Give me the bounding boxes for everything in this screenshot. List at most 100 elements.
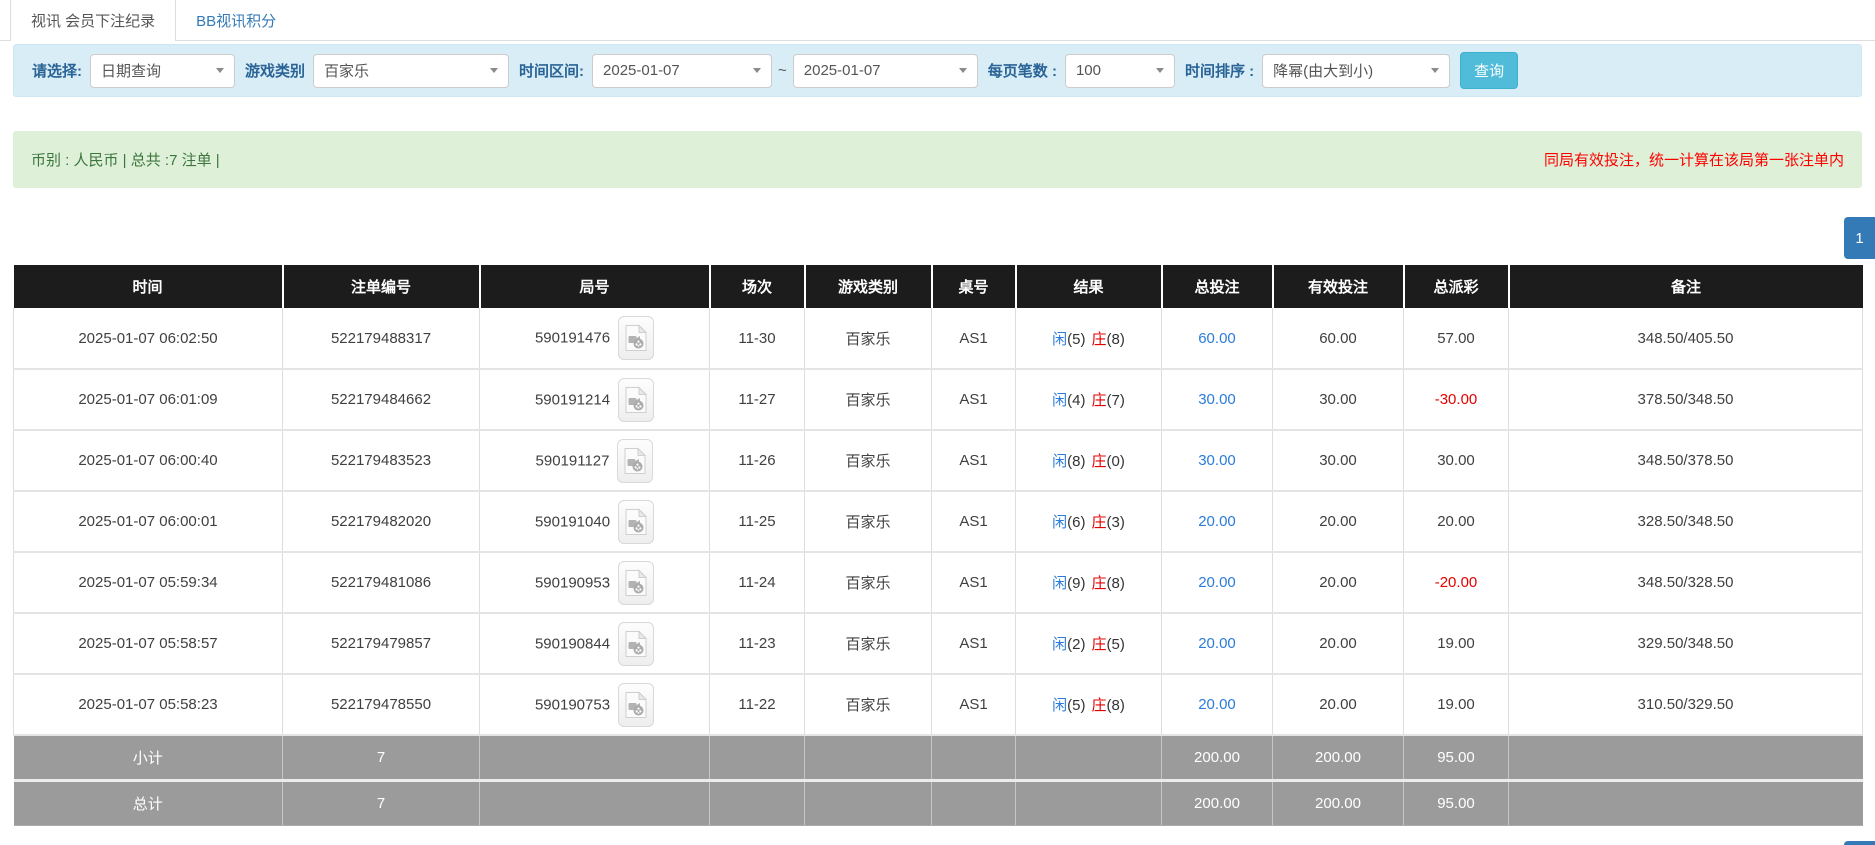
search-button[interactable]: 查询	[1460, 52, 1518, 89]
chevron-down-icon	[1421, 55, 1449, 87]
header-result: 结果	[1016, 265, 1162, 308]
subtotal-total-bet: 200.00	[1162, 735, 1273, 780]
video-replay-button[interactable]	[618, 500, 654, 544]
subtotal-row: 小计 7 200.00 200.00 95.00	[14, 735, 1863, 780]
cell-session: 11-23	[710, 613, 805, 674]
film-reel-icon	[624, 569, 648, 597]
chevron-down-icon	[1146, 55, 1174, 87]
total-bet-link[interactable]: 20.00	[1198, 513, 1236, 530]
date-to-value: 2025-01-07	[804, 62, 881, 79]
total-bet-link[interactable]: 20.00	[1198, 574, 1236, 591]
cell-time: 2025-01-07 05:59:34	[14, 552, 283, 613]
sort-order-select[interactable]: 降幂(由大到小)	[1262, 54, 1450, 88]
video-replay-button[interactable]	[618, 316, 654, 360]
cell-payout: 30.00	[1404, 430, 1509, 491]
cell-table-no: AS1	[932, 613, 1016, 674]
cell-valid-bet: 30.00	[1273, 430, 1404, 491]
cell-bet-id: 522179483523	[283, 430, 480, 491]
date-from-value: 2025-01-07	[603, 62, 680, 79]
video-replay-button[interactable]	[617, 439, 653, 483]
query-type-select[interactable]: 日期查询	[90, 54, 235, 88]
total-bet-link[interactable]: 20.00	[1198, 635, 1236, 652]
result-banker-label: 庄	[1092, 453, 1107, 470]
header-payout: 总派彩	[1404, 265, 1509, 308]
header-game-type: 游戏类别	[805, 265, 932, 308]
header-valid-bet: 有效投注	[1273, 265, 1404, 308]
filter-bar: 请选择: 日期查询 游戏类别 百家乐 时间区间: 2025-01-07 ~ 20…	[13, 44, 1862, 97]
subtotal-valid-bet: 200.00	[1273, 735, 1404, 780]
pagination-page-1[interactable]: 1	[1844, 217, 1875, 259]
cell-session: 11-25	[710, 491, 805, 552]
table-row: 2025-01-07 06:02:50 522179488317 5901914…	[14, 308, 1863, 369]
result-player-label: 闲	[1052, 514, 1067, 531]
per-page-select[interactable]: 100	[1065, 54, 1175, 88]
cell-payout: 19.00	[1404, 613, 1509, 674]
cell-result: 闲(8)庄(0)	[1016, 430, 1162, 491]
cell-remark: 310.50/329.50	[1509, 674, 1863, 735]
cell-result: 闲(5)庄(8)	[1016, 308, 1162, 369]
total-row: 总计 7 200.00 200.00 95.00	[14, 780, 1863, 825]
header-time: 时间	[14, 265, 283, 308]
film-reel-icon	[624, 508, 648, 536]
total-total-bet: 200.00	[1162, 780, 1273, 825]
summary-bar: 币别 : 人民币 | 总共 :7 注单 | 同局有效投注，统一计算在该局第一张注…	[13, 131, 1862, 188]
total-bet-link[interactable]: 30.00	[1198, 452, 1236, 469]
cell-table-no: AS1	[932, 369, 1016, 430]
date-from-select[interactable]: 2025-01-07	[592, 54, 772, 88]
result-player-label: 闲	[1052, 575, 1067, 592]
cell-valid-bet: 20.00	[1273, 613, 1404, 674]
table-row: 2025-01-07 05:58:23 522179478550 5901907…	[14, 674, 1863, 735]
cell-session: 11-26	[710, 430, 805, 491]
tab-bb-video-points[interactable]: BB视讯积分	[176, 0, 296, 40]
round-id-text: 590191127	[536, 452, 610, 469]
header-round-id: 局号	[480, 265, 710, 308]
film-reel-icon	[624, 691, 648, 719]
cell-total-bet: 20.00	[1162, 613, 1273, 674]
result-player-label: 闲	[1052, 453, 1067, 470]
result-banker-label: 庄	[1092, 575, 1107, 592]
cell-round-id: 590190953	[480, 552, 710, 613]
cell-game-type: 百家乐	[805, 674, 932, 735]
result-player-label: 闲	[1052, 636, 1067, 653]
video-replay-button[interactable]	[618, 378, 654, 422]
total-bet-link[interactable]: 30.00	[1198, 391, 1236, 408]
table-row: 2025-01-07 06:00:01 522179482020 5901910…	[14, 491, 1863, 552]
game-type-label: 游戏类别	[245, 60, 305, 81]
table-body: 2025-01-07 06:02:50 522179488317 5901914…	[14, 308, 1863, 825]
header-total-bet: 总投注	[1162, 265, 1273, 308]
cell-remark: 348.50/405.50	[1509, 308, 1863, 369]
total-bet-link[interactable]: 20.00	[1198, 696, 1236, 713]
game-type-select[interactable]: 百家乐	[313, 54, 509, 88]
total-bet-link[interactable]: 60.00	[1198, 330, 1236, 347]
round-id-text: 590190844	[535, 635, 610, 652]
cell-round-id: 590191040	[480, 491, 710, 552]
pagination-page-1-partial[interactable]	[1844, 841, 1875, 845]
cell-bet-id: 522179481086	[283, 552, 480, 613]
tab-bar: 视讯 会员下注纪录 BB视讯积分	[0, 0, 1875, 41]
cell-bet-id: 522179478550	[283, 674, 480, 735]
total-count: 7	[283, 780, 480, 825]
cell-remark: 378.50/348.50	[1509, 369, 1863, 430]
total-label: 总计	[14, 780, 283, 825]
video-replay-button[interactable]	[618, 622, 654, 666]
cell-table-no: AS1	[932, 308, 1016, 369]
cell-table-no: AS1	[932, 552, 1016, 613]
video-replay-button[interactable]	[618, 561, 654, 605]
cell-time: 2025-01-07 06:02:50	[14, 308, 283, 369]
cell-session: 11-30	[710, 308, 805, 369]
query-type-label: 请选择:	[32, 60, 82, 81]
date-to-select[interactable]: 2025-01-07	[793, 54, 978, 88]
film-reel-icon	[623, 447, 647, 475]
range-tilde: ~	[778, 62, 787, 79]
subtotal-label: 小计	[14, 735, 283, 780]
tab-video-bet-records[interactable]: 视讯 会员下注纪录	[10, 0, 176, 41]
film-reel-icon	[624, 386, 648, 414]
cell-payout: 20.00	[1404, 491, 1509, 552]
cell-bet-id: 522179484662	[283, 369, 480, 430]
video-replay-button[interactable]	[618, 683, 654, 727]
table-row: 2025-01-07 05:58:57 522179479857 5901908…	[14, 613, 1863, 674]
result-player-label: 闲	[1052, 331, 1067, 348]
result-player-label: 闲	[1052, 392, 1067, 409]
cell-session: 11-27	[710, 369, 805, 430]
film-reel-icon	[624, 630, 648, 658]
